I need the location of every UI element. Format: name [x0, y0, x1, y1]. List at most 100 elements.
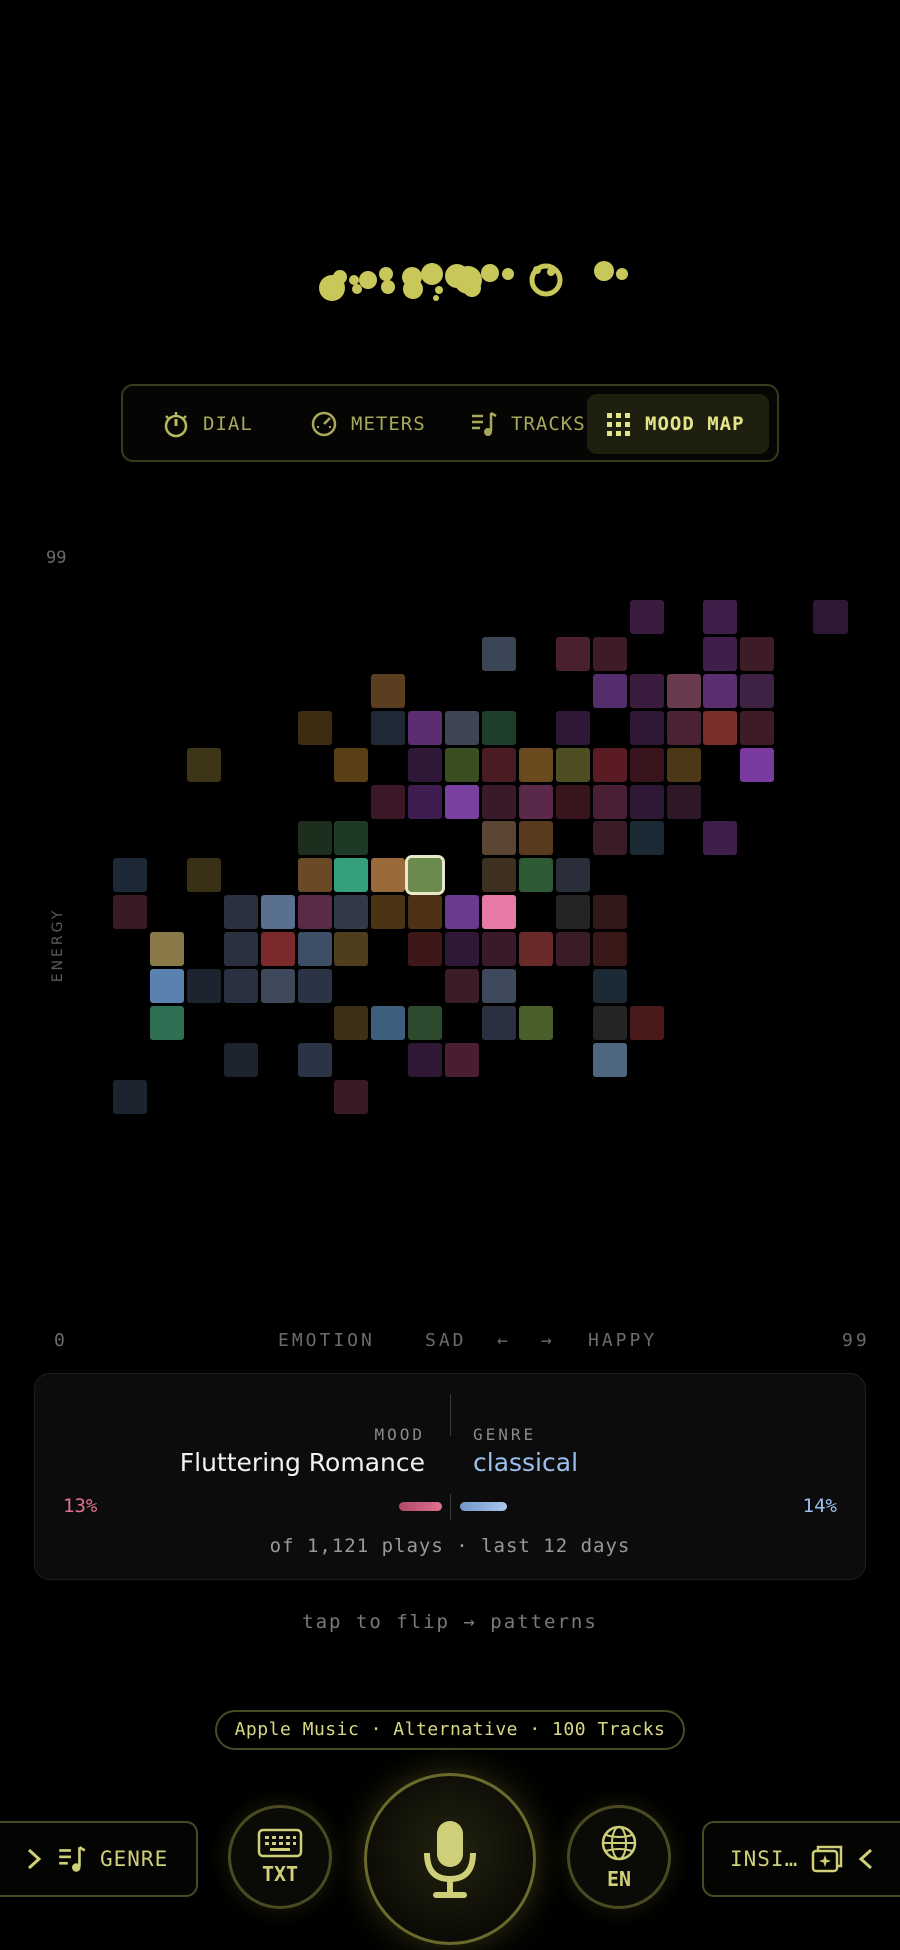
mood-cell[interactable] — [408, 710, 443, 745]
mood-cell-selected[interactable] — [405, 855, 446, 896]
mood-cell[interactable] — [482, 969, 516, 1003]
mood-cell[interactable] — [592, 932, 627, 967]
mood-cell[interactable] — [703, 673, 738, 708]
mood-cell[interactable] — [223, 932, 258, 967]
mood-cell[interactable] — [555, 858, 590, 893]
flip-hint[interactable]: tap to flip → patterns — [0, 1611, 900, 1633]
mood-cell[interactable] — [703, 821, 738, 856]
mood-cell[interactable] — [482, 821, 516, 856]
text-input-button[interactable]: TXT — [228, 1805, 332, 1909]
mood-cell[interactable] — [297, 895, 332, 930]
mood-cell[interactable] — [813, 600, 847, 634]
mood-cell[interactable] — [629, 600, 664, 634]
mood-cell[interactable] — [629, 1005, 664, 1040]
mood-cell[interactable] — [445, 895, 480, 930]
mood-cell[interactable] — [555, 784, 590, 819]
mood-cell[interactable] — [592, 895, 627, 930]
mood-cell[interactable] — [592, 784, 627, 819]
mood-cell[interactable] — [592, 636, 627, 671]
mood-cell[interactable] — [371, 895, 406, 930]
mood-cell[interactable] — [334, 858, 369, 893]
mood-cell[interactable] — [334, 1005, 369, 1040]
mood-cell[interactable] — [260, 932, 295, 967]
mood-cell[interactable] — [666, 673, 701, 708]
microphone-button[interactable] — [364, 1773, 536, 1945]
mood-cell[interactable] — [629, 710, 664, 745]
mood-cell[interactable] — [408, 1005, 443, 1040]
mood-cell[interactable] — [555, 747, 590, 782]
mood-cell[interactable] — [518, 1005, 553, 1040]
mood-cell[interactable] — [666, 710, 701, 745]
mood-cell[interactable] — [113, 1079, 147, 1114]
mood-cell[interactable] — [334, 747, 369, 782]
mood-cell[interactable] — [223, 969, 258, 1003]
mood-cell[interactable] — [518, 747, 553, 782]
mood-cell[interactable] — [666, 784, 701, 819]
mood-cell[interactable] — [518, 932, 553, 967]
mood-cell[interactable] — [518, 858, 553, 893]
mood-cell[interactable] — [408, 784, 443, 819]
mood-cell[interactable] — [445, 932, 480, 967]
mood-cell[interactable] — [629, 747, 664, 782]
mood-cell[interactable] — [149, 932, 184, 967]
mood-cell[interactable] — [445, 784, 480, 819]
mood-cell[interactable] — [555, 710, 590, 745]
mood-cell[interactable] — [408, 1042, 443, 1077]
mood-cell[interactable] — [186, 969, 221, 1003]
mood-genre-card[interactable]: MOOD GENRE Fluttering Romance classical … — [34, 1373, 866, 1580]
source-pill[interactable]: Apple Music · Alternative · 100 Tracks — [215, 1710, 685, 1750]
mood-cell[interactable] — [592, 1005, 627, 1040]
mood-cell[interactable] — [371, 858, 406, 893]
mood-cell[interactable] — [740, 747, 775, 782]
genre-button[interactable]: GENRE — [0, 1821, 198, 1897]
mood-cell[interactable] — [408, 895, 443, 930]
mood-cell[interactable] — [555, 636, 590, 671]
mood-cell[interactable] — [297, 710, 332, 745]
mood-cell[interactable] — [113, 895, 147, 930]
mood-cell[interactable] — [666, 747, 701, 782]
mood-cell[interactable] — [297, 821, 332, 856]
mood-cell[interactable] — [592, 1042, 627, 1077]
mood-cell[interactable] — [445, 1042, 480, 1077]
mood-cell[interactable] — [740, 710, 775, 745]
mood-cell[interactable] — [555, 895, 590, 930]
mood-cell[interactable] — [518, 821, 553, 856]
mood-cell[interactable] — [297, 932, 332, 967]
mood-cell[interactable] — [408, 747, 443, 782]
mood-cell[interactable] — [445, 747, 480, 782]
mood-cell[interactable] — [592, 673, 627, 708]
mood-cell[interactable] — [334, 1079, 369, 1114]
mood-cell[interactable] — [482, 1005, 516, 1040]
mood-cell[interactable] — [334, 895, 369, 930]
mood-cell[interactable] — [223, 895, 258, 930]
insights-button[interactable]: INSI… — [702, 1821, 900, 1897]
mood-cell[interactable] — [113, 858, 147, 893]
mood-cell[interactable] — [334, 821, 369, 856]
mood-cell[interactable] — [371, 1005, 406, 1040]
mood-cell[interactable] — [297, 858, 332, 893]
mood-cell[interactable] — [592, 821, 627, 856]
mood-cell[interactable] — [186, 747, 221, 782]
mood-cell[interactable] — [297, 969, 332, 1003]
mood-cell[interactable] — [149, 1005, 184, 1040]
mood-cell[interactable] — [629, 784, 664, 819]
mood-cell[interactable] — [371, 710, 406, 745]
mood-cell[interactable] — [555, 932, 590, 967]
mood-cell[interactable] — [445, 969, 480, 1003]
mood-cell[interactable] — [445, 710, 480, 745]
mood-cell[interactable] — [740, 636, 775, 671]
mood-cell[interactable] — [371, 784, 406, 819]
mood-cell[interactable] — [260, 969, 295, 1003]
mood-cell[interactable] — [482, 636, 516, 671]
mood-cell[interactable] — [149, 969, 184, 1003]
mood-cell[interactable] — [518, 784, 553, 819]
mood-cell[interactable] — [482, 858, 516, 893]
mood-cell[interactable] — [186, 858, 221, 893]
mood-cell[interactable] — [297, 1042, 332, 1077]
mood-cell[interactable] — [482, 784, 516, 819]
mood-cell[interactable] — [482, 747, 516, 782]
mood-cell[interactable] — [482, 932, 516, 967]
mood-cell[interactable] — [703, 636, 738, 671]
mood-cell[interactable] — [482, 710, 516, 745]
mood-cell[interactable] — [703, 710, 738, 745]
